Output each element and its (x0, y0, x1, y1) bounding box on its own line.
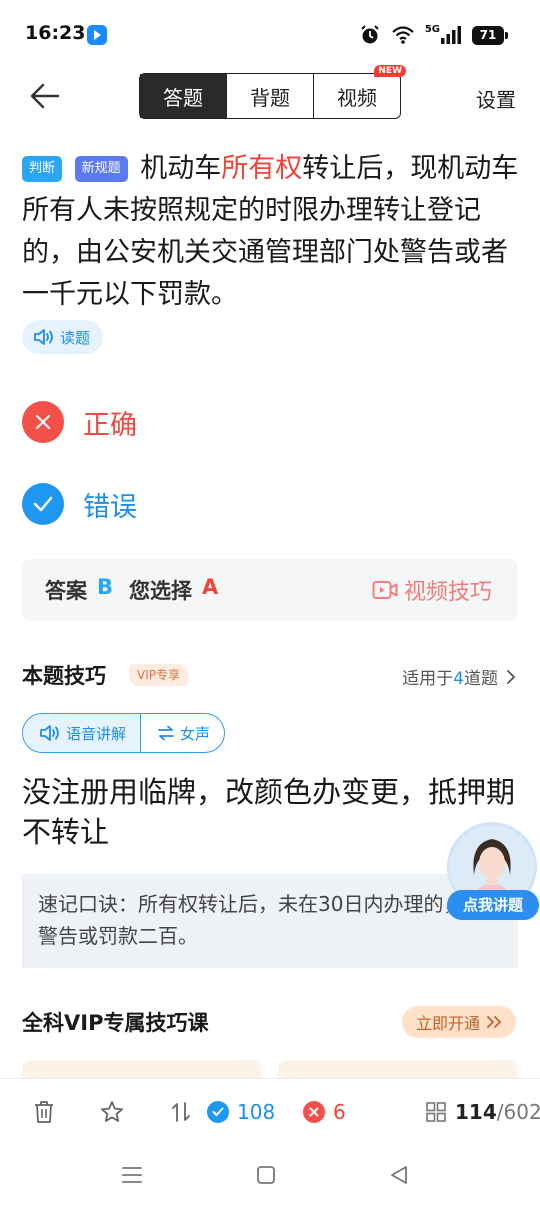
bottom-toolbar: 108 6 114/602 (0, 1078, 540, 1144)
back-triangle-icon[interactable] (386, 1162, 412, 1188)
tab-label: 视频 (337, 85, 377, 110)
course-card[interactable] (22, 1060, 262, 1080)
option-label: 错误 (83, 491, 137, 523)
wifi-icon (392, 26, 414, 44)
double-chevron-right-icon (487, 1016, 502, 1028)
home-icon[interactable] (253, 1162, 279, 1188)
wrong-count[interactable]: 6 (303, 1079, 346, 1145)
answer-value: B (97, 575, 114, 599)
voice-switch-button[interactable]: 女声 (141, 714, 224, 752)
read-question-label: 读题 (60, 328, 91, 347)
voice-explain-label: 语音讲解 (66, 724, 127, 743)
video-tip-label: 视频技巧 (403, 580, 492, 605)
course-card[interactable] (278, 1060, 518, 1080)
open-vip-label: 立即开通 (415, 1014, 480, 1033)
option-label: 正确 (83, 409, 137, 441)
question-type-tag: 判断 (22, 156, 63, 182)
settings-button[interactable]: 设置 (476, 84, 516, 113)
sort-icon (172, 1102, 190, 1122)
ask-tutor-button[interactable]: 点我讲题 (447, 890, 539, 920)
applies-prefix: 适用于 (402, 669, 454, 689)
signal-icon (441, 26, 461, 44)
mnemonic-box: 速记口诀：所有权转让后，未在30日内办理的，处警告或罚款二百。 (22, 874, 518, 968)
tab-answer[interactable]: 答题 (140, 74, 227, 118)
open-vip-button[interactable]: 立即开通 (401, 1006, 516, 1038)
voice-switch-label: 女声 (180, 724, 211, 743)
trash-icon (35, 1101, 53, 1123)
answer-summary: 答案 B 您选择 A 视频技巧 (22, 559, 518, 621)
answer-text: 答案 B 您选择 A (45, 575, 218, 605)
check-icon (22, 483, 64, 525)
new-badge: NEW (374, 65, 406, 77)
mode-tabs: 答题 背题 视频 NEW (139, 65, 406, 119)
voice-controls: 语音讲解 女声 (22, 713, 226, 753)
new-rule-tag: 新规题 (74, 156, 128, 182)
check-circle-icon (207, 1101, 229, 1123)
sort-button[interactable] (170, 1079, 192, 1145)
applies-text: 适用于4道题 (402, 664, 498, 689)
x-circle-icon (303, 1101, 325, 1123)
correct-count-value: 108 (237, 1100, 276, 1124)
grid-icon (426, 1102, 446, 1122)
ai-tutor-widget[interactable]: 点我讲题 (447, 822, 539, 920)
applies-to-link[interactable]: 适用于4道题 (402, 664, 516, 689)
favorite-button[interactable] (100, 1079, 124, 1145)
speaker-icon (34, 329, 53, 345)
notification-app-icon (87, 25, 107, 45)
course-title: 全科VIP专属技巧课 (22, 1011, 209, 1035)
question-grid-button[interactable]: 114/602 (425, 1079, 540, 1145)
swap-icon (158, 725, 174, 741)
selected-value: A (202, 575, 219, 599)
option-true[interactable]: 正确 (22, 400, 137, 444)
network-type: 5G (424, 23, 440, 35)
status-bar: 16:23 5G 71 (0, 0, 540, 70)
question-text: 判断 新规题 机动车所有权转让后，现机动车所有人未按照规定的时限办理转让登记的，… (22, 148, 522, 316)
top-nav: 答题 背题 视频 NEW 设置 (0, 65, 540, 124)
video-icon (372, 581, 398, 599)
tab-memorize[interactable]: 背题 (227, 74, 314, 118)
close-icon (22, 401, 64, 443)
delete-button[interactable] (33, 1079, 55, 1145)
tab-label: 背题 (250, 85, 290, 110)
system-nav-bar (0, 1144, 540, 1206)
alarm-icon (361, 25, 379, 44)
read-question-button[interactable]: 读题 (22, 320, 104, 354)
tab-video[interactable]: 视频 NEW (314, 65, 406, 118)
tab-label: 答题 (163, 85, 203, 110)
video-tip-button[interactable]: 视频技巧 (372, 574, 492, 606)
voice-explain-button[interactable]: 语音讲解 (23, 714, 142, 752)
question-text-start: 机动车 (140, 153, 222, 184)
vip-tag: VIP专享 (129, 664, 188, 686)
star-icon (101, 1101, 123, 1122)
battery-icon: 71 (472, 25, 508, 45)
status-time: 16:23 (25, 22, 86, 44)
applies-suffix: 道题 (464, 669, 498, 689)
menu-icon[interactable] (119, 1162, 145, 1188)
tips-title: 本题技巧 (22, 664, 106, 688)
question-progress: 114/602 (455, 1100, 540, 1124)
chevron-right-icon (507, 669, 516, 684)
total-questions: /602 (496, 1100, 540, 1124)
selected-label: 您选择 (129, 579, 193, 603)
applies-count: 4 (453, 669, 464, 689)
option-false[interactable]: 错误 (22, 482, 137, 526)
question-highlight: 所有权 (221, 153, 303, 184)
speaker-icon (40, 725, 59, 741)
status-icons: 5G 71 (359, 23, 508, 47)
answer-label: 答案 (45, 579, 87, 603)
current-question: 114 (455, 1100, 497, 1124)
back-arrow-icon[interactable] (28, 78, 64, 114)
wrong-count-value: 6 (333, 1100, 346, 1124)
correct-count[interactable]: 108 (207, 1079, 275, 1145)
